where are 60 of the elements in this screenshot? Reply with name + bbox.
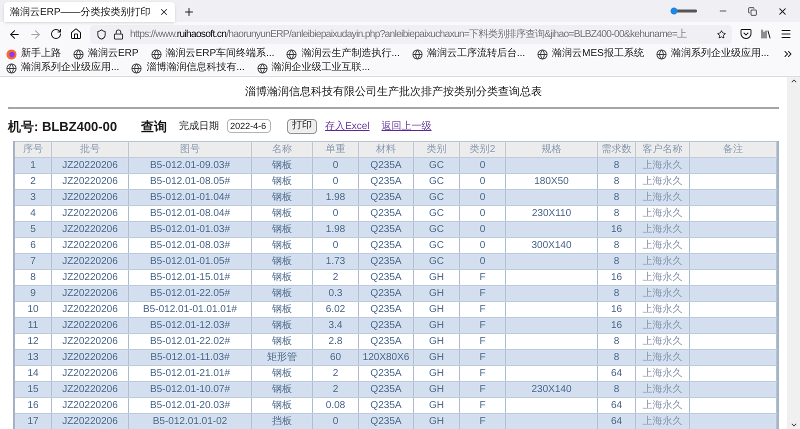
scroll-down-icon[interactable] [790, 421, 798, 429]
table-cell: F [460, 414, 506, 429]
bookmark-star-icon[interactable] [715, 28, 726, 40]
table-cell: Q235A [359, 414, 414, 429]
globe-icon [150, 48, 162, 60]
bookmark-item[interactable]: 瀚润云ERP车间终端系... [150, 47, 274, 61]
globe-icon [286, 48, 298, 60]
table-cell: JZ20220206 [52, 414, 129, 429]
globe-icon [131, 62, 142, 74]
globe-icon [537, 48, 548, 60]
close-window-icon[interactable] [777, 6, 788, 16]
bookmark-item[interactable]: 瀚润系列企业级应用... [656, 47, 770, 61]
table-cell: 0 [313, 414, 359, 429]
print-button[interactable]: 打印 [287, 118, 318, 134]
globe-icon [412, 48, 423, 60]
table-cell: 64 [598, 414, 636, 429]
menu-icon[interactable] [780, 28, 792, 40]
globe-icon [256, 62, 268, 74]
date-label: 完成日期 [179, 120, 220, 134]
pocket-icon[interactable] [740, 28, 752, 40]
firefox-logo-icon [6, 48, 17, 60]
globe-icon [656, 48, 667, 60]
browser-tab[interactable]: 瀚润云ERP——分类按类别打印 [4, 2, 175, 22]
query-label: 查询 [141, 118, 168, 136]
table-cell: B5-012.01.01-02 [129, 414, 252, 429]
new-tab-icon[interactable] [182, 6, 195, 18]
bookmark-item[interactable]: 淄博瀚润信息科技有... [131, 61, 245, 75]
table-cell: 17 [15, 414, 52, 429]
table-cell: GH [414, 414, 460, 429]
more-bookmarks-icon[interactable] [782, 48, 794, 60]
shield-icon [96, 28, 107, 40]
date-input[interactable]: 2022-4-6 [227, 119, 272, 134]
close-icon[interactable] [158, 7, 169, 17]
bookmark-item[interactable]: 瀚润云ERP [73, 47, 139, 61]
slider-toggle-icon [670, 7, 698, 15]
table-cell: 挡板 [252, 414, 313, 429]
lock-icon [113, 28, 124, 40]
scroll-up-icon[interactable] [790, 77, 798, 85]
url-text: https://www.ruihaosoft.cn/haorunyunERP/anleibiepaixudayin.php?anleibiepaixuchaxun=下料类别排序查询&jihao=BLBZ400-00&kehuname=上 [130, 28, 687, 42]
tab-title: 瀚润云ERP——分类按类别打印 [10, 6, 151, 20]
page-title: 淄博瀚润信息科技有限公司生产批次排产按类别分类查询总表 [244, 84, 543, 99]
back-icon[interactable] [8, 28, 21, 40]
bookmark-item[interactable]: 瀚润企业级工业互联... [256, 61, 370, 75]
bookmark-item[interactable]: 瀚润云生产制造执行... [286, 47, 400, 61]
bookmark-item[interactable]: 瀚润云MES报工系统 [537, 47, 644, 61]
bookmark-item[interactable]: 新手上路 [6, 47, 61, 61]
bookmark-item[interactable]: 瀚润云工序流转后台... [412, 47, 526, 61]
restore-icon[interactable] [748, 6, 757, 16]
address-bar[interactable]: https://www.ruihaosoft.cn/haorunyunERP/anleibiepaixudayin.php?anleibiepaixuchaxun=下料类别排序查询&jihao=BLBZ400-00&kehuname=上 [90, 24, 732, 44]
table-cell: 上海永久 [636, 414, 690, 429]
page-link[interactable]: 存入Excel [325, 118, 370, 134]
home-icon[interactable] [70, 28, 82, 40]
globe-icon [6, 62, 17, 74]
page-link[interactable]: 返回上一级 [382, 118, 432, 134]
scrollbar[interactable] [787, 77, 800, 429]
reload-icon[interactable] [50, 28, 62, 40]
library-icon[interactable] [760, 28, 772, 40]
globe-icon [73, 48, 84, 60]
machine-number: 机号: BLBZ400-00 [8, 118, 118, 136]
bookmark-item[interactable]: 瀚润系列企业级应用... [6, 61, 120, 75]
